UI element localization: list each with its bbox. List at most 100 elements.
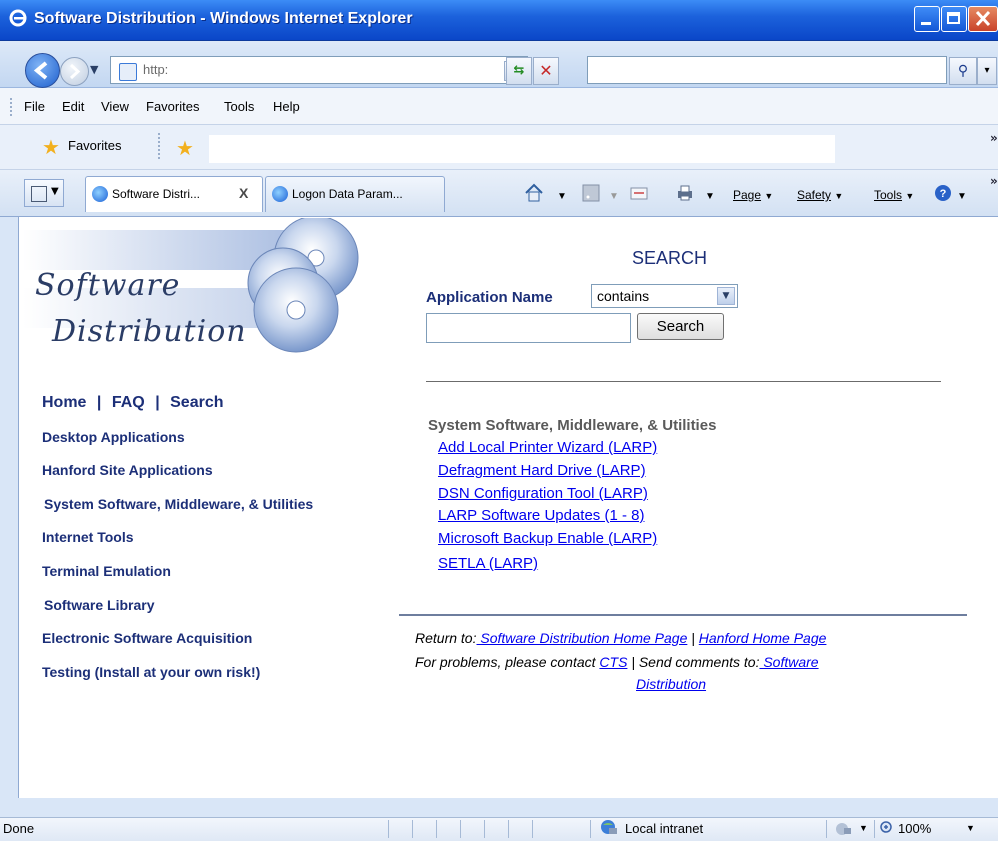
tools-menu[interactable]: Tools ▼ bbox=[874, 188, 914, 202]
recent-pages-dropdown[interactable]: ▼ bbox=[90, 63, 98, 76]
select-value: contains bbox=[597, 288, 650, 304]
menu-tools[interactable]: Tools bbox=[224, 99, 254, 114]
forward-button[interactable] bbox=[60, 57, 89, 86]
footer-problems-text: For problems, please contact bbox=[415, 654, 596, 670]
tab-logon-data[interactable]: Logon Data Param... bbox=[265, 176, 445, 212]
nav-faq-link[interactable]: FAQ bbox=[112, 394, 145, 411]
nav-desktop-applications[interactable]: Desktop Applications bbox=[42, 429, 185, 445]
application-search-input[interactable] bbox=[426, 313, 631, 343]
stop-button[interactable]: ✕ bbox=[533, 57, 559, 85]
footer-distribution-link[interactable]: Distribution bbox=[636, 676, 706, 692]
maximize-button[interactable] bbox=[941, 6, 967, 32]
menu-edit[interactable]: Edit bbox=[62, 99, 84, 114]
status-divider bbox=[508, 820, 509, 838]
nav-internet-tools[interactable]: Internet Tools bbox=[42, 529, 134, 545]
page-icon bbox=[119, 63, 137, 81]
search-button[interactable]: Search bbox=[637, 313, 724, 340]
protected-mode-dropdown[interactable]: ▼ bbox=[859, 823, 868, 833]
title-bar[interactable]: Software Distribution - Windows Internet… bbox=[0, 0, 998, 41]
nav-home-link[interactable]: Home bbox=[42, 394, 86, 411]
menu-bar: File Edit View Favorites Tools Help bbox=[0, 88, 998, 125]
commandbar-overflow-icon[interactable]: » bbox=[990, 174, 998, 188]
help-icon[interactable]: ? bbox=[932, 182, 954, 204]
help-dropdown[interactable]: ▼ bbox=[957, 191, 967, 202]
footer-contact-line-2: Distribution bbox=[636, 676, 706, 692]
page-menu[interactable]: Page ▼ bbox=[733, 188, 773, 202]
result-link[interactable]: Defragment Hard Drive (LARP) bbox=[438, 462, 646, 479]
footer-return-line: Return to: Software Distribution Home Pa… bbox=[415, 630, 826, 646]
live-search-input[interactable] bbox=[587, 56, 947, 84]
page-menu-label: Page bbox=[733, 188, 762, 202]
result-link[interactable]: Add Local Printer Wizard (LARP) bbox=[438, 439, 657, 456]
nav-separator: | bbox=[155, 394, 160, 411]
status-divider bbox=[460, 820, 461, 838]
favorites-button[interactable]: Favorites bbox=[68, 138, 121, 153]
quick-tabs-button[interactable]: ▼ bbox=[24, 179, 64, 207]
feeds-dropdown[interactable]: ▼ bbox=[609, 191, 619, 202]
footer-contact-line: For problems, please contact CTS | Send … bbox=[415, 654, 819, 670]
close-icon bbox=[975, 10, 991, 27]
menu-help[interactable]: Help bbox=[273, 99, 300, 114]
add-favorites-icon[interactable]: ★ bbox=[176, 136, 194, 160]
menu-favorites[interactable]: Favorites bbox=[146, 99, 199, 114]
feeds-icon[interactable] bbox=[580, 182, 602, 204]
nav-electronic-software-acquisition[interactable]: Electronic Software Acquisition bbox=[42, 630, 252, 646]
footer-cts-link[interactable]: CTS bbox=[599, 654, 627, 670]
window-title: Software Distribution - Windows Internet… bbox=[34, 10, 413, 27]
home-icon[interactable] bbox=[523, 182, 545, 204]
favorites-links-area bbox=[209, 135, 835, 163]
ie-page-icon bbox=[272, 186, 288, 202]
result-link[interactable]: LARP Software Updates (1 - 8) bbox=[438, 507, 644, 524]
print-icon[interactable] bbox=[674, 182, 696, 204]
security-zone-label: Local intranet bbox=[625, 821, 704, 836]
address-field[interactable]: http: ▼ bbox=[110, 56, 528, 84]
safety-menu[interactable]: Safety ▼ bbox=[797, 188, 843, 202]
home-dropdown[interactable]: ▼ bbox=[557, 191, 567, 202]
forward-arrow-icon bbox=[69, 63, 81, 80]
mail-icon[interactable] bbox=[628, 182, 650, 204]
match-operator-select[interactable]: contains ▼ bbox=[591, 284, 738, 308]
search-icon[interactable]: ⚲ bbox=[949, 57, 977, 85]
status-divider bbox=[484, 820, 485, 838]
footer-software-link[interactable]: Software bbox=[759, 654, 818, 670]
search-options-dropdown[interactable]: ▾ bbox=[977, 57, 997, 85]
divider bbox=[426, 381, 941, 382]
result-link[interactable]: Microsoft Backup Enable (LARP) bbox=[438, 530, 657, 547]
favorites-star-icon[interactable]: ★ bbox=[42, 135, 60, 159]
footer-divider bbox=[399, 614, 967, 616]
back-button[interactable] bbox=[25, 53, 60, 88]
menu-file[interactable]: File bbox=[24, 99, 45, 114]
result-link[interactable]: DSN Configuration Tool (LARP) bbox=[438, 485, 648, 502]
nav-testing[interactable]: Testing (Install at your own risk!) bbox=[42, 664, 260, 680]
zoom-dropdown[interactable]: ▼ bbox=[966, 823, 975, 833]
nav-software-library[interactable]: Software Library bbox=[44, 597, 154, 613]
tab-list-dropdown[interactable]: ▼ bbox=[51, 186, 59, 197]
footer-separator: | bbox=[691, 630, 695, 646]
toolbar-grip bbox=[10, 98, 14, 116]
nav-separator: | bbox=[96, 394, 102, 411]
print-dropdown[interactable]: ▼ bbox=[705, 191, 715, 202]
application-name-label: Application Name bbox=[426, 289, 553, 306]
close-tab-button[interactable]: X bbox=[239, 185, 248, 201]
favorites-overflow-icon[interactable]: » bbox=[990, 131, 998, 145]
footer-hanford-link[interactable]: Hanford Home Page bbox=[699, 630, 827, 646]
zoom-icon[interactable] bbox=[879, 820, 895, 836]
nav-terminal-emulation[interactable]: Terminal Emulation bbox=[42, 563, 171, 579]
status-text: Done bbox=[3, 821, 35, 836]
minimize-button[interactable] bbox=[914, 6, 940, 32]
footer-home-link[interactable]: Software Distribution Home Page bbox=[476, 630, 687, 646]
menu-view[interactable]: View bbox=[101, 99, 129, 114]
logo-line-2: Distribution bbox=[52, 314, 247, 349]
protected-mode-icon[interactable] bbox=[834, 820, 854, 836]
nav-hanford-site-applications[interactable]: Hanford Site Applications bbox=[42, 462, 213, 478]
nav-system-software[interactable]: System Software, Middleware, & Utilities bbox=[44, 496, 313, 512]
close-window-button[interactable] bbox=[968, 6, 998, 32]
result-link[interactable]: SETLA (LARP) bbox=[438, 555, 538, 572]
svg-text:?: ? bbox=[940, 188, 947, 200]
refresh-button[interactable]: ⇆ bbox=[506, 57, 532, 85]
url-text: http: bbox=[143, 62, 169, 77]
zoom-level[interactable]: 100% bbox=[898, 821, 931, 836]
nav-search-link[interactable]: Search bbox=[170, 394, 223, 411]
select-dropdown-icon[interactable]: ▼ bbox=[717, 287, 735, 305]
tab-software-distribution[interactable]: Software Distri... X bbox=[85, 176, 263, 212]
